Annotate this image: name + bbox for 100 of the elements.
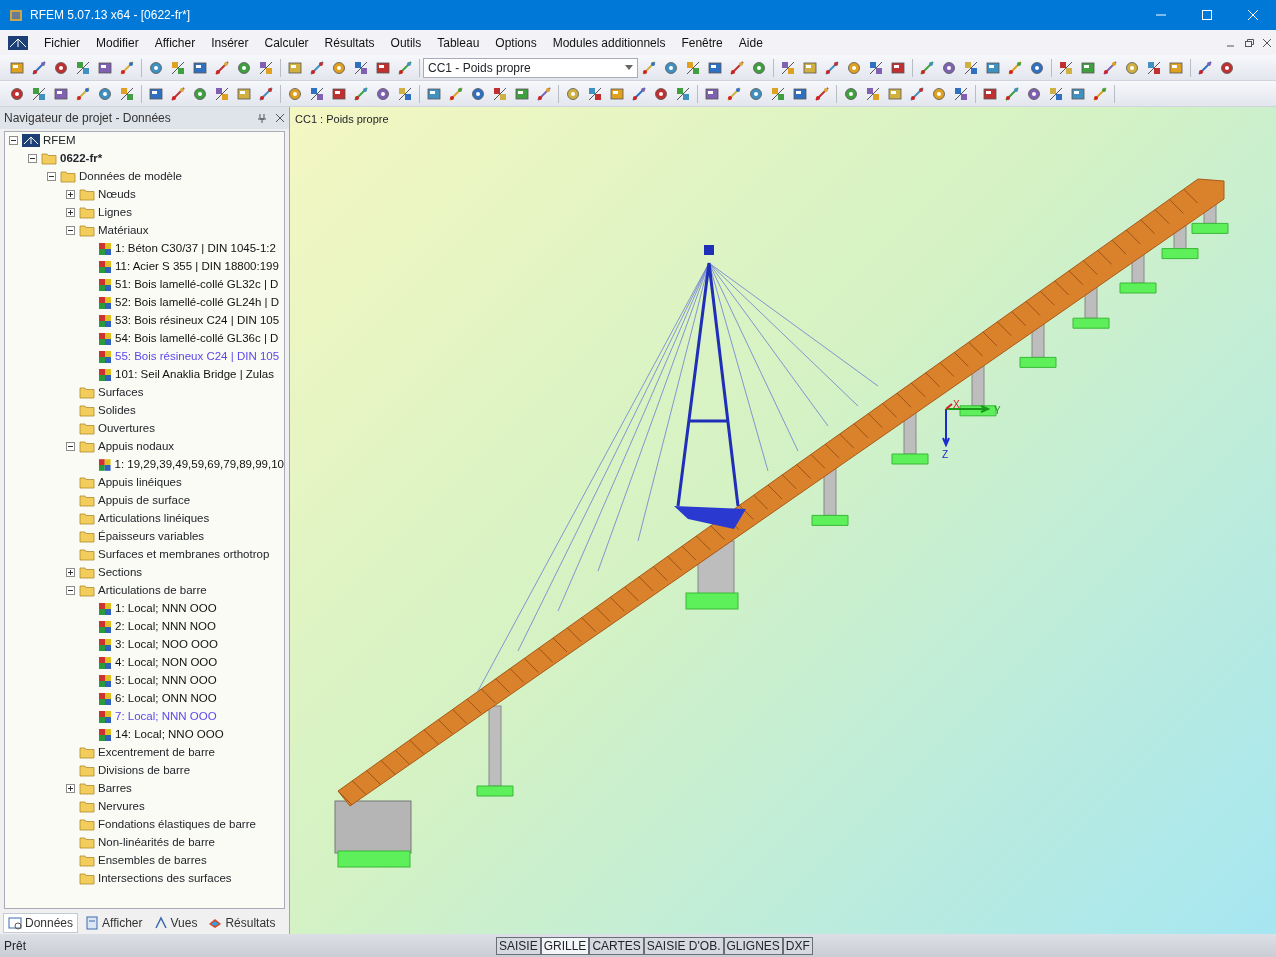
collapse-icon[interactable] [66,442,75,452]
collapse-icon[interactable] [28,154,37,164]
tree-item[interactable]: 5: Local; NNN OOO [112,672,217,690]
menu-logo-icon[interactable] [8,35,28,50]
tree-item[interactable]: 52: Bois lamellé-collé GL24h | D [112,294,280,312]
navigator-tab[interactable]: Données [3,913,79,934]
tool-icon[interactable] [148,85,164,102]
tool-icon[interactable] [802,59,818,76]
tree-item[interactable]: 14: Local; NNO OOO [112,726,224,744]
tool-icon[interactable] [119,85,135,102]
tool-icon[interactable] [1080,59,1096,76]
close-icon[interactable] [275,112,285,123]
navigator-tab[interactable]: Afficher [81,914,147,933]
tool-icon[interactable] [1124,59,1140,76]
tool-icon[interactable] [609,85,625,102]
tree-item[interactable]: Appuis nodaux [95,438,175,456]
tree-item[interactable]: Matériaux [95,222,149,240]
tree-item[interactable]: Ouvertures [95,420,155,438]
tool-icon[interactable] [148,59,164,76]
tool-icon[interactable] [963,59,979,76]
tool-icon[interactable] [287,59,303,76]
status-toggle[interactable]: GRILLE [540,937,590,955]
tool-icon[interactable] [31,59,47,76]
tool-icon[interactable] [309,85,325,102]
tool-icon[interactable] [846,59,862,76]
tree-item[interactable]: 101: Seil Anaklia Bridge | Zulas [112,366,274,384]
tool-icon[interactable] [685,59,701,76]
tool-icon[interactable] [375,59,391,76]
tool-icon[interactable] [9,85,25,102]
tool-icon[interactable] [887,85,903,102]
status-toggle[interactable]: CARTES [589,937,644,955]
tree-item[interactable]: Sections [95,564,143,582]
status-toggle[interactable]: SAISIE [496,937,541,955]
tool-icon[interactable] [309,59,325,76]
tool-icon[interactable] [9,59,25,76]
menu-item[interactable]: Fenêtre [673,33,731,52]
tool-icon[interactable] [707,59,723,76]
tree-item[interactable]: Excentrement de barre [95,744,215,762]
collapse-icon[interactable] [9,136,18,146]
tree-item[interactable]: 7: Local; NNN OOO [112,708,217,726]
tool-icon[interactable] [331,59,347,76]
tree-item[interactable]: 3: Local; NOO OOO [112,636,218,654]
expand-icon[interactable] [66,190,75,200]
tool-icon[interactable] [1219,59,1235,76]
tool-icon[interactable] [631,85,647,102]
tree-item[interactable]: Surfaces et membranes orthotrop [95,546,270,564]
tool-icon[interactable] [985,59,1001,76]
close-icon[interactable] [1262,37,1272,48]
tool-icon[interactable] [1092,85,1108,102]
tool-icon[interactable] [941,59,957,76]
tool-icon[interactable] [31,85,47,102]
tool-icon[interactable] [448,85,464,102]
tree-item[interactable]: Ensembles de barres [95,852,207,870]
dropdown-icon[interactable] [625,65,633,70]
status-toggle[interactable]: DXF [782,937,813,955]
tool-icon[interactable] [492,85,508,102]
tool-icon[interactable] [824,59,840,76]
tool-icon[interactable] [1029,59,1045,76]
tool-icon[interactable] [75,85,91,102]
expand-icon[interactable] [66,568,75,578]
tool-icon[interactable] [770,85,786,102]
tool-icon[interactable] [1007,59,1023,76]
tool-icon[interactable] [97,59,113,76]
tool-icon[interactable] [843,85,859,102]
tree-item[interactable]: Articulations de barre [95,582,207,600]
menu-item[interactable]: Résultats [316,33,383,52]
tree-item[interactable]: 6: Local; ONN NOO [112,690,217,708]
menu-item[interactable]: Afficher [146,33,204,52]
menu-item[interactable]: Calculer [256,33,317,52]
tool-icon[interactable] [97,85,113,102]
menu-item[interactable]: Outils [382,33,430,52]
tool-icon[interactable] [258,59,274,76]
menu-item[interactable]: Insérer [203,33,257,52]
tree-item[interactable]: 54: Bois lamellé-collé GL36c | D [112,330,279,348]
tool-icon[interactable] [663,59,679,76]
collapse-icon[interactable] [47,172,56,182]
tool-icon[interactable] [726,85,742,102]
tree-item[interactable]: Non-linéarités de barre [95,834,215,852]
tool-icon[interactable] [653,85,669,102]
tree-item[interactable]: 11: Acier S 355 | DIN 18800:199 [112,258,279,276]
tool-icon[interactable] [53,85,69,102]
tool-icon[interactable] [170,85,186,102]
maximize-icon[interactable] [1201,9,1213,21]
tool-icon[interactable] [909,85,925,102]
tree-item[interactable]: Solides [95,402,136,420]
expand-icon[interactable] [66,208,75,218]
tool-icon[interactable] [536,85,552,102]
tree-item[interactable]: 1: 19,29,39,49,59,69,79,89,99,10 [111,456,284,474]
tool-icon[interactable] [1058,59,1074,76]
tool-icon[interactable] [192,85,208,102]
tree-item[interactable]: Appuis de surface [95,492,191,510]
tool-icon[interactable] [287,85,303,102]
tool-icon[interactable] [258,85,274,102]
tool-icon[interactable] [1146,59,1162,76]
tool-icon[interactable] [931,85,947,102]
tool-icon[interactable] [119,59,135,76]
tool-icon[interactable] [236,59,252,76]
tree-item[interactable]: Nervures [95,798,145,816]
tool-icon[interactable] [1026,85,1042,102]
tool-icon[interactable] [748,85,764,102]
